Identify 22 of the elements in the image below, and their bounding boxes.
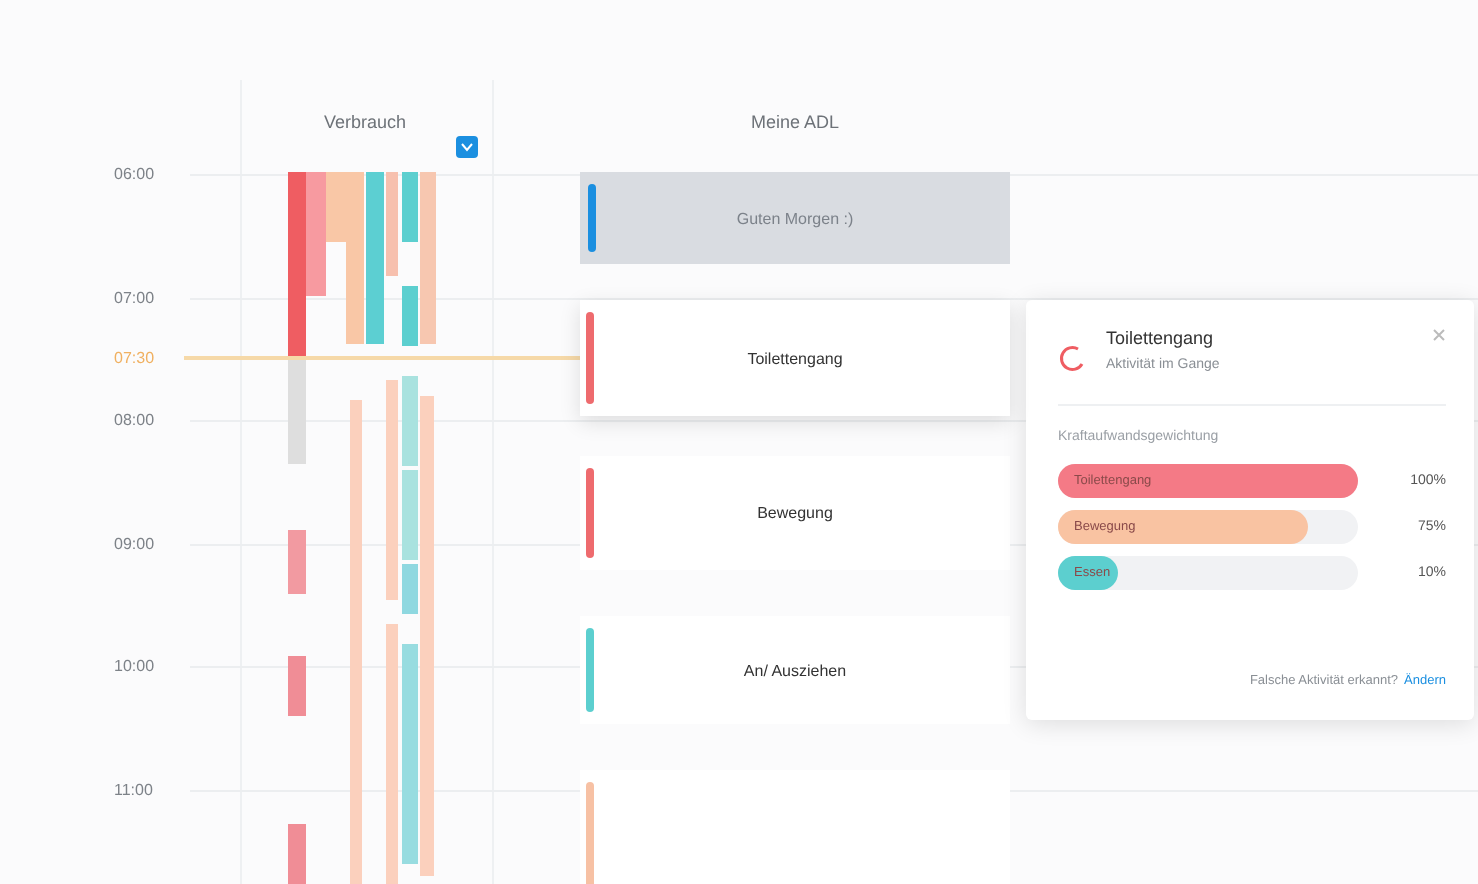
- hour-label: 08:00: [114, 411, 155, 430]
- close-icon: [1432, 328, 1446, 342]
- activity-card[interactable]: [580, 770, 1010, 884]
- activity-label: Guten Morgen :): [736, 209, 854, 227]
- hour-label: 10:00: [114, 657, 155, 676]
- popup-title: Toilettengang: [1106, 328, 1216, 348]
- spinner-icon: [1058, 344, 1086, 372]
- activity-label: Bewegung: [757, 504, 833, 522]
- current-time-label: 07:30: [114, 349, 155, 368]
- hour-label: 09:00: [114, 534, 155, 553]
- activity-card[interactable]: Bewegung: [580, 456, 1010, 570]
- activity-label: An/ Ausziehen: [743, 661, 847, 679]
- hour-label: 07:00: [114, 288, 155, 307]
- column-header: Meine ADL: [748, 112, 842, 132]
- activity-card[interactable]: An/ Ausziehen: [580, 616, 1010, 724]
- activity-label: Toilettengang: [747, 349, 843, 367]
- column-header: Verbrauch: [321, 112, 409, 132]
- toggle-button[interactable]: [456, 136, 478, 158]
- activity-card[interactable]: Toilettengang: [580, 300, 1010, 416]
- hour-label: 11:00: [114, 781, 153, 799]
- hour-label: 06:00: [114, 165, 155, 183]
- chevron-icon: [460, 142, 474, 152]
